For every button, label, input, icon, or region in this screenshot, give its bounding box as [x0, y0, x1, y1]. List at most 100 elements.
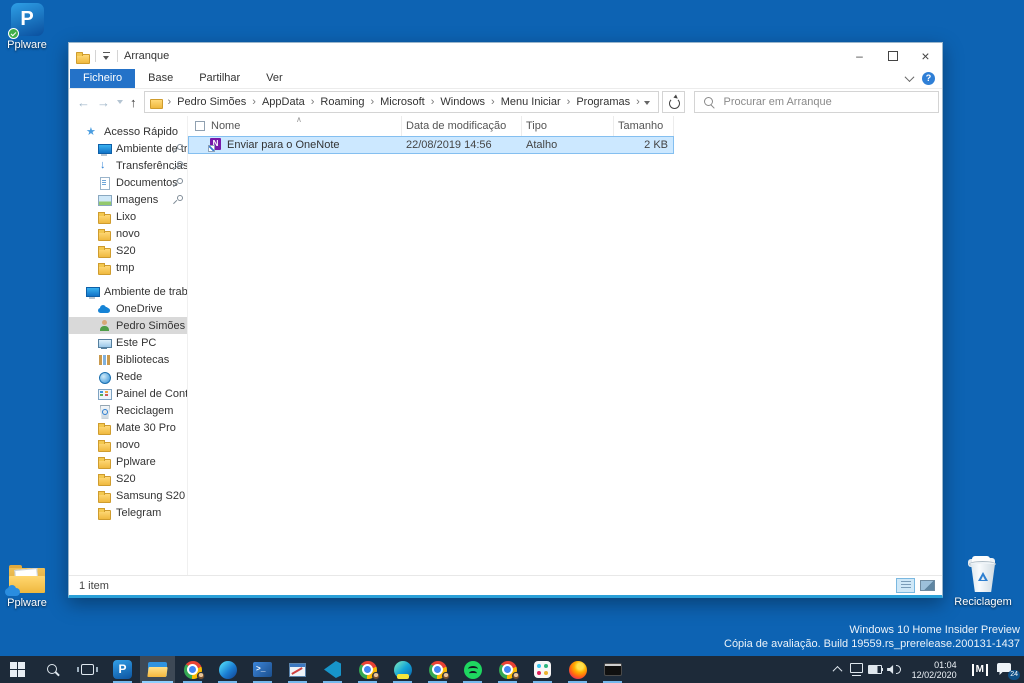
quick-access-toolbar-dropdown-icon[interactable]	[102, 51, 111, 61]
minimize-button[interactable]: –	[843, 43, 876, 69]
chrome-profile-2[interactable]	[350, 656, 385, 683]
help-icon[interactable]	[922, 72, 935, 85]
breadcrumb-item[interactable]: › Roaming	[305, 96, 365, 108]
firefox[interactable]	[560, 656, 595, 683]
sidebar-item[interactable]: tmp	[69, 259, 187, 276]
search-box[interactable]	[693, 91, 939, 113]
sidebar-item[interactable]: Rede	[69, 368, 187, 385]
sidebar-item-icon	[97, 489, 112, 503]
sidebar-item[interactable]: S20	[69, 242, 187, 259]
taskbar-app-icon	[46, 663, 60, 677]
search-input[interactable]	[719, 96, 938, 108]
file-explorer[interactable]	[140, 656, 175, 683]
volume-icon[interactable]	[885, 656, 904, 683]
profile-avatar-icon	[197, 672, 205, 680]
ribbon-tab[interactable]: Partilhar	[186, 69, 253, 88]
sidebar-item-label: Pplware	[116, 455, 156, 468]
column-header-type[interactable]: Tipo	[522, 116, 614, 136]
taskbar-app-icon	[218, 660, 237, 679]
breadcrumb-item[interactable]: › Menu Iniciar	[485, 96, 561, 108]
edge-dev[interactable]	[385, 656, 420, 683]
sidebar-item[interactable]: Ambiente de trabalho	[69, 140, 187, 157]
input-method-indicator[interactable]: M	[971, 663, 988, 676]
vscode[interactable]	[315, 656, 350, 683]
chrome-profile-3[interactable]	[420, 656, 455, 683]
breadcrumb-item[interactable]: › Arranque	[630, 96, 639, 108]
refresh-button[interactable]	[661, 91, 685, 113]
sidebar-item[interactable]: Documentos	[69, 174, 187, 191]
ribbon-tab[interactable]: Ver	[253, 69, 296, 88]
details-view-button[interactable]	[896, 578, 915, 593]
ribbon-tab[interactable]: Ficheiro	[70, 69, 136, 88]
ribbon-tab[interactable]: Base	[135, 69, 186, 88]
sidebar-item[interactable]: novo	[69, 436, 187, 453]
chrome-profile-1[interactable]	[175, 656, 210, 683]
breadcrumb-item[interactable]: › Programas	[561, 96, 630, 108]
terminal[interactable]	[595, 656, 630, 683]
sidebar-item[interactable]: Este PC	[69, 334, 187, 351]
notifications-button[interactable]: 24	[995, 656, 1020, 683]
sidebar-item[interactable]: novo	[69, 225, 187, 242]
select-all-checkbox[interactable]	[195, 121, 205, 131]
column-header-size[interactable]: Tamanho	[614, 116, 674, 136]
sidebar-item[interactable]: Lixo	[69, 208, 187, 225]
breadcrumb-separator-icon: ›	[252, 96, 256, 108]
sidebar-item[interactable]: Samsung S20	[69, 487, 187, 504]
slack[interactable]	[525, 656, 560, 683]
sidebar-item[interactable]: Painel de Controlo	[69, 385, 187, 402]
sidebar-item[interactable]: Transferências	[69, 157, 187, 174]
sidebar-item[interactable]: Imagens	[69, 191, 187, 208]
sidebar-item[interactable]: Acesso Rápido	[69, 123, 187, 140]
network-icon[interactable]	[847, 656, 866, 683]
editor-app[interactable]	[280, 656, 315, 683]
edge[interactable]	[210, 656, 245, 683]
powershell[interactable]	[245, 656, 280, 683]
file-row[interactable]: Enviar para o OneNote 22/08/2019 14:56 A…	[188, 136, 674, 154]
forward-button[interactable]: →	[97, 96, 110, 109]
insider-watermark: Windows 10 Home Insider Preview Cópia de…	[724, 624, 1020, 650]
breadcrumb-item[interactable]: › AppData	[246, 96, 304, 108]
back-button[interactable]: ←	[77, 96, 90, 109]
breadcrumb-item[interactable]: › Windows	[425, 96, 485, 108]
recent-locations-dropdown-icon[interactable]	[117, 100, 123, 107]
taskbar-app-icon	[534, 661, 551, 678]
taskbar-clock[interactable]: 01:04 12/02/2020	[904, 660, 965, 680]
taskbar-app-icon	[393, 660, 412, 679]
address-bar[interactable]: › Pedro Simões › AppData › Roaming › Mic…	[143, 91, 659, 113]
spotify[interactable]	[455, 656, 490, 683]
column-header-name[interactable]: Nome ∧	[188, 116, 402, 136]
search-button[interactable]	[35, 656, 70, 683]
battery-icon[interactable]	[866, 656, 885, 683]
pin-icon	[174, 178, 183, 187]
window-title: Arranque	[124, 50, 170, 62]
maximize-button[interactable]	[876, 43, 909, 69]
desktop-icon-recycle-bin[interactable]: Reciclagem	[954, 556, 1012, 608]
desktop-icon-pplware-app[interactable]: Pplware	[1, 3, 53, 51]
large-icons-view-button[interactable]	[918, 578, 937, 593]
chrome-profile-4[interactable]	[490, 656, 525, 683]
sidebar-item[interactable]: Pedro Simões	[69, 317, 187, 334]
sidebar-item[interactable]: S20	[69, 470, 187, 487]
breadcrumb-item[interactable]: › Microsoft	[364, 96, 424, 108]
start-button[interactable]	[0, 656, 35, 683]
column-header-modified[interactable]: Data de modificação	[402, 116, 522, 136]
sidebar-item[interactable]: Bibliotecas	[69, 351, 187, 368]
tray-expand-icon[interactable]	[828, 656, 847, 683]
expand-ribbon-icon[interactable]	[904, 72, 915, 83]
sidebar-item[interactable]: Telegram	[69, 504, 187, 521]
sidebar-item-label: Acesso Rápido	[104, 125, 178, 138]
sidebar-item[interactable]: Reciclagem	[69, 402, 187, 419]
address-dropdown-icon[interactable]	[643, 100, 650, 108]
breadcrumb-item[interactable]: › Pedro Simões	[162, 96, 247, 108]
sidebar-item-label: S20	[116, 472, 136, 485]
sidebar-item[interactable]: Mate 30 Pro	[69, 419, 187, 436]
desktop-icon-pplware-folder[interactable]: Pplware	[1, 565, 53, 609]
sidebar-item[interactable]: Pplware	[69, 453, 187, 470]
sidebar-item[interactable]: Ambiente de trabalho	[69, 283, 187, 300]
sidebar-item-icon	[97, 244, 112, 258]
sidebar-item[interactable]: OneDrive	[69, 300, 187, 317]
pplware-app[interactable]	[105, 656, 140, 683]
close-button[interactable]: ×	[909, 43, 942, 69]
task-view-button[interactable]	[70, 656, 105, 683]
up-button[interactable]: ↑	[130, 96, 137, 109]
